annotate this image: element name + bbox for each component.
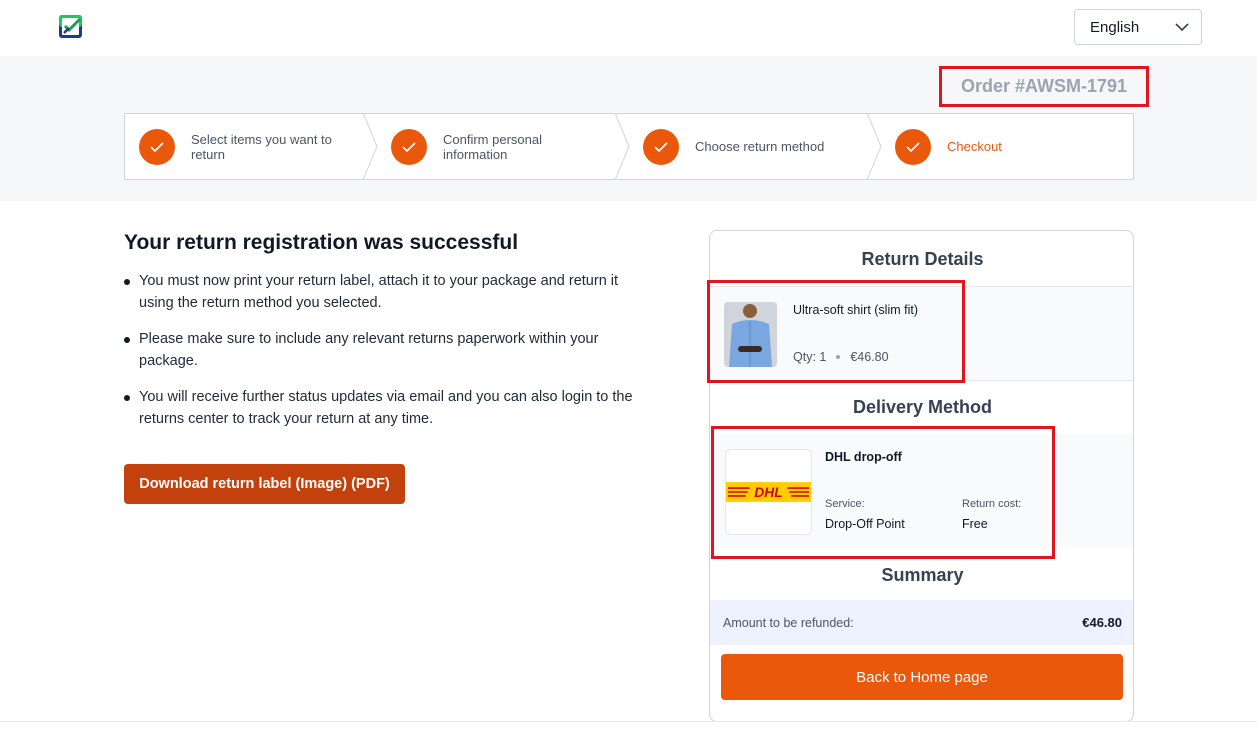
list-item: You must now print your return label, at… (124, 270, 644, 314)
check-icon (139, 128, 175, 165)
step-select-items: Select items you want to return (125, 113, 378, 180)
highlight-box-delivery (711, 426, 1055, 559)
step-checkout: Checkout (881, 114, 1133, 179)
summary-heading: Summary (881, 565, 964, 585)
refund-amount: €46.80 (1082, 615, 1122, 630)
refund-label: Amount to be refunded: (723, 615, 854, 630)
step-label: Confirm personal information (443, 131, 542, 162)
checkout-steps: Select items you want to return Confirm … (124, 113, 1134, 180)
refund-row: Amount to be refunded: €46.80 (710, 600, 1133, 645)
download-label-button[interactable]: Download return label (Image) (PDF) (124, 464, 405, 504)
step-label: Choose return method (695, 139, 825, 154)
check-icon (391, 128, 427, 165)
return-checkmark-logo[interactable] (58, 14, 83, 39)
list-item: Please make sure to include any relevant… (124, 328, 644, 372)
step-return-method: Choose return method (629, 113, 882, 180)
language-select[interactable]: English (1074, 9, 1202, 45)
order-number: Order #AWSM-1791 (939, 66, 1149, 107)
page-title: Your return registration was successful (124, 231, 519, 254)
language-value: English (1090, 18, 1140, 36)
step-label: Checkout (947, 139, 1002, 154)
delivery-method-heading: Delivery Method (852, 397, 993, 417)
check-icon (895, 128, 931, 165)
step-label: Select items you want to return (191, 131, 332, 162)
chevron-down-icon (1175, 23, 1189, 32)
instructions-list: You must now print your return label, at… (124, 270, 644, 444)
top-bar: English (0, 0, 1257, 56)
back-to-home-button[interactable]: Back to Home page (721, 654, 1123, 700)
step-confirm-info: Confirm personal information (377, 113, 630, 180)
return-details-heading: Return Details (861, 249, 984, 269)
list-item: You will receive further status updates … (124, 386, 644, 430)
highlight-box-item (707, 280, 965, 383)
check-icon (643, 128, 679, 165)
footer-divider (0, 721, 1257, 722)
